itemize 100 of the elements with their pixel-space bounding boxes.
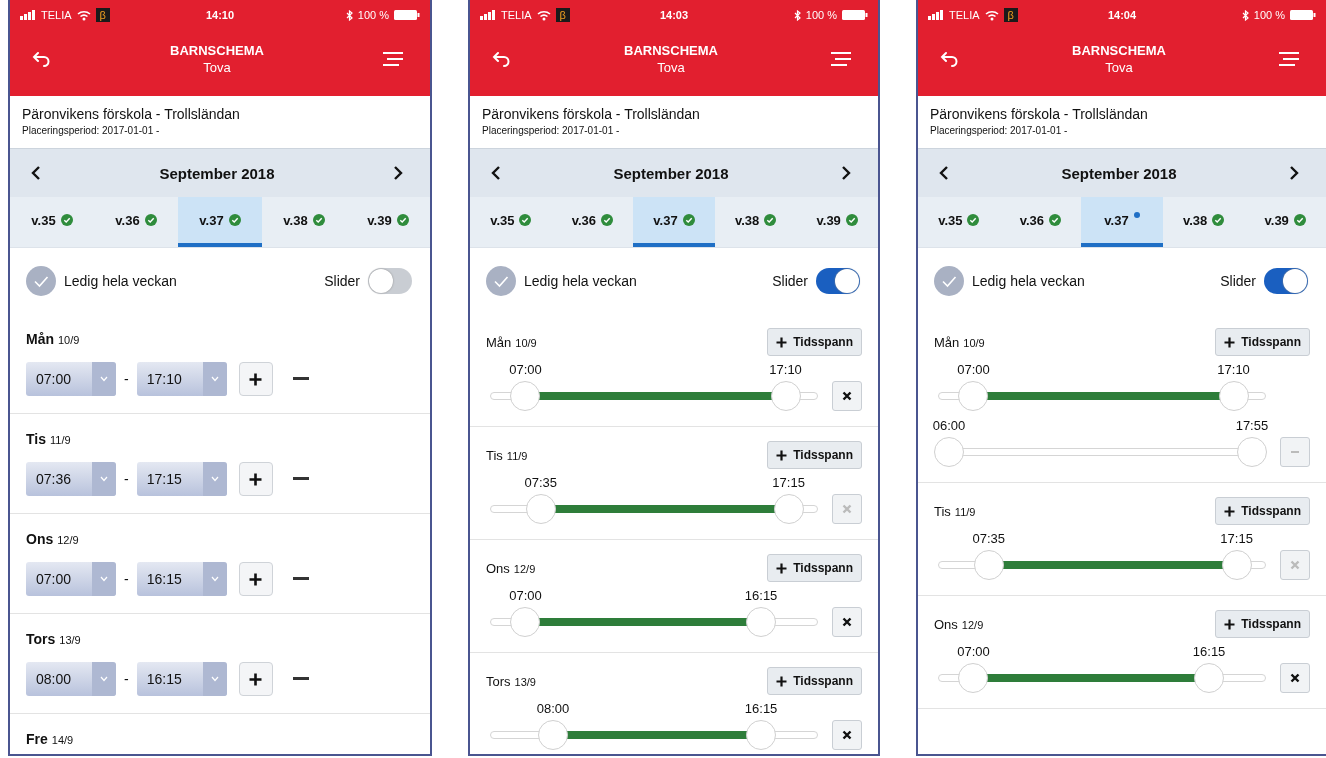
clock-time: 14:04 — [1107, 9, 1137, 21]
minus-icon[interactable] — [292, 477, 309, 481]
end-time-select[interactable]: 17:10 — [136, 362, 227, 396]
add-time-span-button[interactable]: Tidsspann — [767, 328, 862, 356]
start-time-select[interactable]: 08:00 — [26, 662, 116, 696]
start-time-select[interactable]: 07:00 — [26, 562, 116, 596]
minus-icon[interactable] — [292, 677, 309, 681]
back-icon[interactable] — [32, 51, 52, 67]
add-button[interactable] — [238, 562, 273, 596]
remove-button[interactable] — [832, 607, 862, 637]
start-time-label: 07:35 — [524, 475, 558, 490]
week-tab[interactable]: v.36 — [999, 197, 1082, 247]
chevron-right-icon[interactable] — [840, 165, 852, 181]
back-icon[interactable] — [940, 51, 960, 67]
slider-thumb[interactable] — [770, 381, 801, 411]
slider-thumb[interactable] — [1218, 381, 1249, 411]
chevron-right-icon[interactable] — [1288, 165, 1300, 181]
chevron-left-icon[interactable] — [30, 165, 42, 181]
week-tab[interactable]: v.39 — [1244, 197, 1326, 247]
plus-icon — [1224, 618, 1236, 630]
slider-thumb[interactable] — [973, 550, 1004, 580]
day-date: 12/9 — [57, 534, 79, 546]
range-separator: - — [124, 371, 129, 387]
week-tab[interactable]: v.39 — [346, 197, 430, 247]
start-time-label: 07:00 — [957, 644, 990, 659]
slider-thumb[interactable] — [773, 494, 804, 524]
week-tab[interactable]: v.37 — [1081, 197, 1163, 247]
school-name: Päronvikens förskola - Trollsländan — [22, 106, 241, 122]
chevron-down-icon — [100, 576, 108, 582]
slider-thumb[interactable] — [1236, 437, 1267, 467]
menu-icon[interactable] — [382, 51, 404, 67]
chevron-left-icon[interactable] — [490, 165, 502, 181]
end-time-select[interactable]: 17:15 — [136, 462, 227, 496]
toggle-switch[interactable] — [368, 268, 412, 294]
slider-thumb[interactable] — [934, 437, 964, 467]
week-tab[interactable]: v.39 — [796, 197, 878, 247]
free-week-label: Ledig hela veckan — [524, 273, 637, 289]
screen-title: BARNSCHEMA — [624, 43, 718, 58]
menu-icon[interactable] — [830, 51, 852, 67]
day-date: 14/9 — [51, 734, 74, 746]
week-tab[interactable]: v.38 — [1162, 197, 1245, 247]
week-tab[interactable]: v.36 — [551, 197, 634, 247]
slider-thumb[interactable] — [746, 720, 777, 750]
start-time-select[interactable]: 07:36 — [26, 462, 116, 496]
remove-button[interactable] — [832, 381, 862, 411]
add-time-span-button[interactable]: Tidsspann — [767, 441, 862, 469]
screen-title: BARNSCHEMA — [1072, 43, 1166, 58]
slider-label: Slider — [1220, 273, 1256, 289]
week-tab[interactable]: v.35 — [470, 197, 552, 247]
day-date: 11/9 — [954, 505, 976, 518]
toggle-switch[interactable] — [1264, 268, 1308, 294]
chevron-left-icon[interactable] — [938, 165, 950, 181]
week-tab[interactable]: v.38 — [714, 197, 797, 247]
end-time-select[interactable]: 16:15 — [136, 562, 227, 596]
month-label: September 2018 — [159, 164, 275, 182]
minus-icon[interactable] — [292, 577, 309, 581]
slider-thumb[interactable] — [538, 720, 568, 750]
slider-thumb[interactable] — [525, 494, 556, 524]
add-time-span-button[interactable]: Tidsspann — [1215, 610, 1310, 638]
add-button[interactable] — [238, 662, 273, 696]
start-time-label: 07:00 — [509, 588, 542, 603]
day-name: Tis — [934, 503, 951, 519]
add-time-span-button[interactable]: Tidsspann — [1215, 497, 1310, 525]
day-date: 11/9 — [506, 449, 528, 462]
add-time-span-button[interactable]: Tidsspann — [767, 667, 862, 695]
child-name: Tova — [657, 60, 685, 75]
minus-icon[interactable] — [292, 377, 309, 381]
plus-icon — [776, 336, 788, 348]
back-icon[interactable] — [492, 51, 512, 67]
week-tab[interactable]: v.37 — [633, 197, 715, 247]
slider-thumb[interactable] — [510, 607, 541, 637]
toggle-switch[interactable] — [816, 268, 860, 294]
menu-icon[interactable] — [1278, 51, 1300, 67]
checkbox[interactable] — [486, 266, 516, 296]
day-date: 12/9 — [513, 562, 536, 575]
week-tab[interactable]: v.36 — [94, 197, 178, 247]
add-time-span-button[interactable]: Tidsspann — [1215, 328, 1310, 356]
slider-thumb[interactable] — [958, 663, 989, 693]
checkbox[interactable] — [934, 266, 964, 296]
slider-thumb[interactable] — [1221, 550, 1252, 580]
slider-thumb[interactable] — [510, 381, 541, 411]
slider-thumb[interactable] — [958, 381, 989, 411]
day-name: Ons — [26, 531, 54, 547]
end-time-select[interactable]: 16:15 — [136, 662, 227, 696]
add-button[interactable] — [238, 362, 273, 396]
checkbox[interactable] — [26, 266, 56, 296]
week-tab[interactable]: v.38 — [262, 197, 346, 247]
slider-thumb[interactable] — [1194, 663, 1225, 693]
remove-button[interactable] — [832, 720, 862, 750]
week-tab[interactable]: v.35 — [10, 197, 94, 247]
slider-thumb[interactable] — [746, 607, 777, 637]
chevron-down-icon — [100, 676, 108, 682]
add-time-span-button[interactable]: Tidsspann — [767, 554, 862, 582]
week-tab[interactable]: v.37 — [178, 197, 262, 247]
start-time-select[interactable]: 07:00 — [26, 362, 116, 396]
remove-button[interactable] — [1280, 663, 1310, 693]
week-tab[interactable]: v.35 — [918, 197, 1000, 247]
chevron-right-icon[interactable] — [392, 165, 404, 181]
add-button[interactable] — [238, 462, 273, 496]
range-separator: - — [124, 571, 129, 587]
